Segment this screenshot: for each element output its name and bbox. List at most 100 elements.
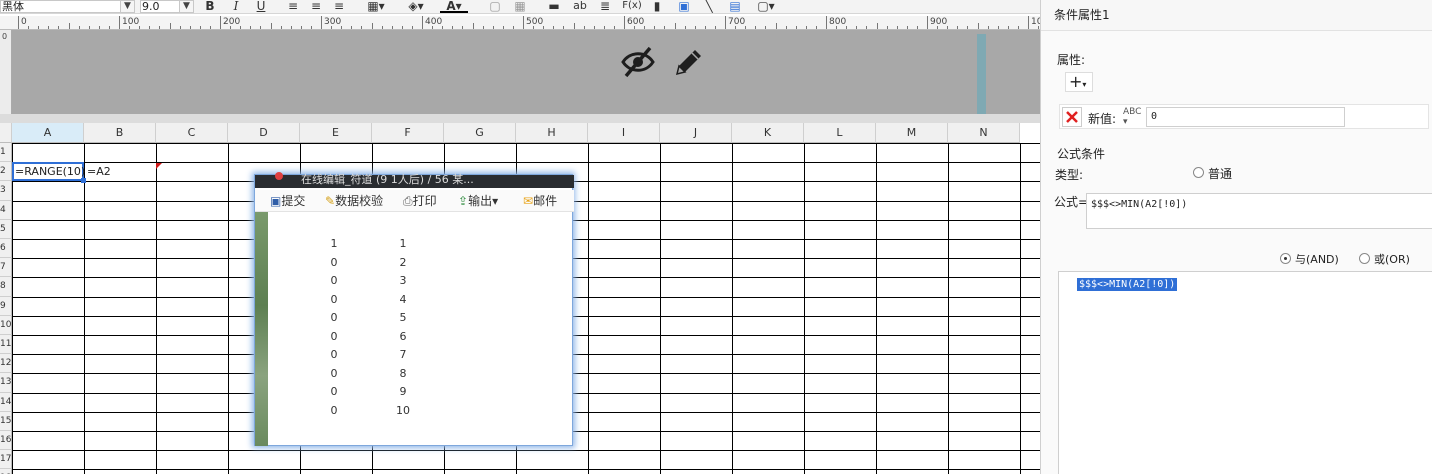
- row-header[interactable]: 6: [0, 239, 12, 259]
- row-header[interactable]: 16: [0, 431, 12, 451]
- align-left-icon[interactable]: ≡: [286, 0, 300, 13]
- ruler-tick: [442, 26, 444, 29]
- ruler-tick: [108, 26, 110, 29]
- data-validation-button[interactable]: ✎数据校验: [325, 193, 383, 209]
- chevron-down-icon: ▼: [179, 1, 193, 12]
- wrap-text-icon[interactable]: ≣: [598, 0, 612, 13]
- fill-color-icon[interactable]: ◈▾: [402, 0, 430, 13]
- row-header[interactable]: 12: [0, 354, 12, 374]
- ruler-label: 400: [425, 17, 443, 27]
- header-separator[interactable]: [0, 114, 1040, 123]
- ruler-tick: [987, 26, 989, 29]
- merge-cells-icon[interactable]: ▢: [488, 0, 502, 13]
- condition-list-item[interactable]: $$$<>MIN(A2[!0]): [1077, 278, 1178, 291]
- bold-button[interactable]: B: [203, 0, 217, 13]
- column-header-d[interactable]: D: [228, 123, 300, 143]
- mail-button[interactable]: ✉邮件: [523, 193, 557, 209]
- column-header-c[interactable]: C: [156, 123, 228, 143]
- new-value-label: 新值:: [1088, 112, 1117, 126]
- print-button[interactable]: ⎙打印: [403, 193, 437, 209]
- align-right-icon[interactable]: ≡: [332, 0, 346, 13]
- column-header-e[interactable]: E: [300, 123, 372, 143]
- font-name-value: 黑体: [2, 0, 24, 13]
- font-size-select[interactable]: 9.0 ▼: [140, 0, 194, 13]
- row-header[interactable]: 5: [0, 219, 12, 239]
- ruler-tick: [573, 23, 575, 29]
- formula-button[interactable]: F(x): [622, 0, 642, 13]
- ruler-tick: [624, 16, 625, 29]
- italic-button[interactable]: I: [229, 0, 243, 13]
- border-icon[interactable]: ▦▾: [362, 0, 390, 13]
- column-header-a[interactable]: A: [12, 123, 84, 143]
- column-header-h[interactable]: H: [516, 123, 588, 143]
- preview-window-titlebar[interactable]: 在线编辑_符道 (9 1人后) / 56 某...: [255, 172, 574, 188]
- row-header[interactable]: 15: [0, 411, 12, 431]
- row-header[interactable]: 7: [0, 258, 12, 278]
- row-header[interactable]: 18: [0, 469, 12, 474]
- row-header[interactable]: 4: [0, 200, 12, 220]
- row-header[interactable]: 3: [0, 181, 12, 201]
- text-color-letter: A: [446, 0, 456, 13]
- horizontal-ruler: 01002003004005006007008009001000: [0, 16, 1040, 30]
- ruler-tick: [826, 16, 827, 29]
- slash-icon[interactable]: ╲: [702, 0, 716, 13]
- ruler-tick: [58, 26, 60, 29]
- row-header[interactable]: 11: [0, 335, 12, 355]
- underline-button[interactable]: U: [254, 0, 268, 13]
- cell-b2[interactable]: =A2: [85, 163, 157, 181]
- ruler-tick: [846, 26, 848, 29]
- row-header[interactable]: 10: [0, 315, 12, 335]
- preview-value-col1: 0: [330, 292, 338, 306]
- new-value-input[interactable]: 0: [1146, 107, 1345, 127]
- row-header[interactable]: 13: [0, 373, 12, 393]
- pencil-icon[interactable]: [672, 45, 706, 79]
- column-header-j[interactable]: J: [660, 123, 732, 143]
- type-normal-radio[interactable]: [1193, 167, 1204, 178]
- add-attribute-button[interactable]: +▾: [1065, 72, 1093, 92]
- abc-button[interactable]: ab: [572, 0, 588, 13]
- cell-a2[interactable]: =RANGE(10): [12, 162, 85, 182]
- formula-input[interactable]: $$$<>MIN(A2[!0]): [1086, 193, 1432, 229]
- value-type-icon[interactable]: ABC ▾: [1123, 107, 1143, 127]
- text-color-button[interactable]: A▾: [440, 0, 468, 13]
- condition-list[interactable]: $$$<>MIN(A2[!0]): [1058, 271, 1432, 474]
- column-header-k[interactable]: K: [732, 123, 804, 143]
- column-header-f[interactable]: F: [372, 123, 444, 143]
- widget-icon[interactable]: ▤: [728, 0, 742, 13]
- or-radio[interactable]: [1359, 253, 1370, 264]
- mail-icon: ✉: [523, 194, 534, 208]
- ruler-tick: [38, 26, 40, 29]
- delete-attribute-button[interactable]: [1062, 107, 1082, 127]
- submit-button[interactable]: ▣提交: [270, 193, 305, 209]
- column-header-n[interactable]: N: [948, 123, 1020, 143]
- insert-row-icon[interactable]: ▬: [547, 0, 561, 13]
- chart-icon[interactable]: ▮: [650, 0, 664, 13]
- ruler-tick: [856, 26, 858, 29]
- fill-handle[interactable]: [81, 178, 86, 184]
- image-icon[interactable]: ▣: [676, 0, 692, 13]
- export-button[interactable]: ⇪输出▾: [458, 193, 498, 209]
- ruler-tick: [795, 26, 797, 29]
- cell-properties-icon[interactable]: ▢▾: [754, 0, 778, 13]
- font-name-select[interactable]: 黑体 ▼: [0, 0, 135, 13]
- validate-icon: ✎: [325, 194, 336, 208]
- split-cells-icon[interactable]: ▦: [513, 0, 527, 13]
- column-header-l[interactable]: L: [804, 123, 876, 143]
- align-center-icon[interactable]: ≡: [309, 0, 323, 13]
- and-radio[interactable]: [1280, 253, 1291, 264]
- row-header[interactable]: 1: [0, 143, 12, 163]
- ruler-tick: [432, 26, 434, 29]
- ruler-tick: [906, 26, 908, 29]
- column-header-m[interactable]: M: [876, 123, 948, 143]
- preview-window[interactable]: 在线编辑_符道 (9 1人后) / 56 某... ▣提交 ✎数据校验 ⎙打印 …: [254, 172, 574, 446]
- column-header-i[interactable]: I: [588, 123, 660, 143]
- column-header-b[interactable]: B: [84, 123, 156, 143]
- row-header[interactable]: 8: [0, 277, 12, 297]
- row-header[interactable]: 2: [0, 162, 12, 182]
- eye-slash-icon[interactable]: [620, 45, 656, 79]
- row-header[interactable]: 9: [0, 296, 12, 316]
- column-header-g[interactable]: G: [444, 123, 516, 143]
- row-header[interactable]: 14: [0, 392, 12, 412]
- corner-cell[interactable]: [0, 123, 12, 143]
- row-header[interactable]: 17: [0, 450, 12, 470]
